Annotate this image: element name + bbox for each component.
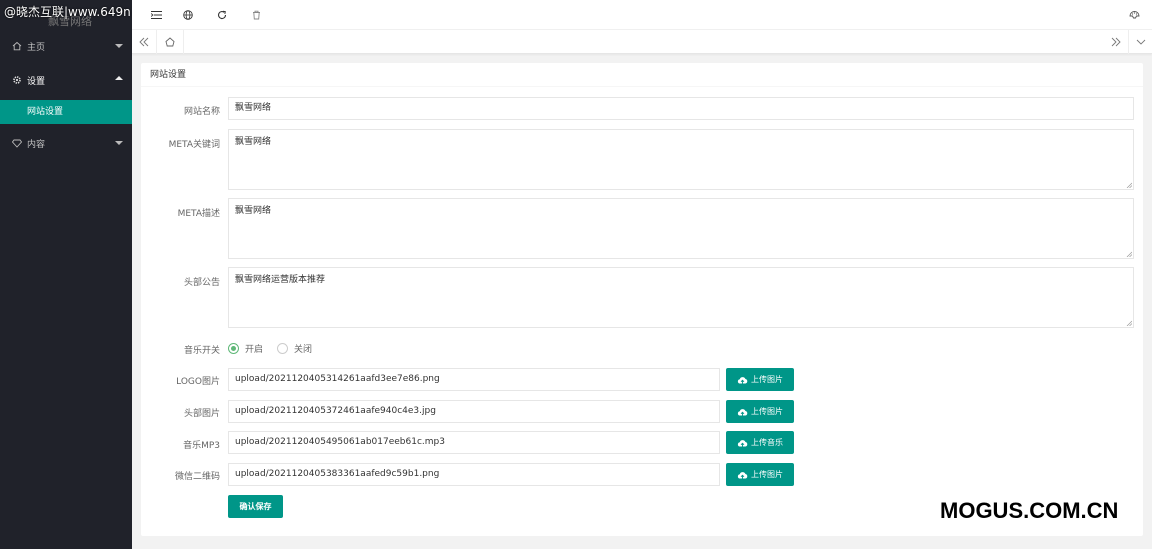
top-header <box>132 0 1152 30</box>
save-button[interactable]: 确认保存 <box>228 495 283 518</box>
meta-desc-label: META描述 <box>177 209 220 219</box>
diamond-icon <box>12 138 22 148</box>
upload-wechat-qr-label: 上传图片 <box>751 470 783 479</box>
site-name-input[interactable]: 飘雪网络 <box>228 97 1134 120</box>
sidebar-item-label: 主页 <box>27 42 46 53</box>
chevron-down-icon <box>115 44 123 48</box>
upload-logo-button[interactable]: 上传图片 <box>726 368 794 391</box>
sidebar-item-site-settings[interactable]: 网站设置 <box>0 100 132 124</box>
upload-music-label: 上传音乐 <box>751 438 783 447</box>
home-tab-icon <box>165 37 175 47</box>
header-image-label: 头部图片 <box>183 409 220 419</box>
music-mp3-label: 音乐MP3 <box>183 441 220 451</box>
sidebar-item-label: 设置 <box>27 76 46 87</box>
site-settings-card: 网站设置 网站名称 飘雪网络 META关键词 飘雪网络 META描述 飘雪网络 … <box>141 63 1143 536</box>
tab-bar <box>132 30 1152 54</box>
tab-home[interactable] <box>156 30 184 54</box>
meta-keywords-value: 飘雪网络 <box>235 137 272 147</box>
upload-wechat-qr-button[interactable]: 上传图片 <box>726 463 794 486</box>
radio-unchecked-icon <box>277 343 288 354</box>
theme-icon[interactable] <box>1128 9 1140 21</box>
cloud-upload-icon <box>737 408 748 416</box>
site-name-label: 网站名称 <box>183 107 220 117</box>
sidebar-item-content[interactable]: 内容 <box>0 127 132 159</box>
meta-keywords-textarea[interactable]: 飘雪网络 <box>228 129 1134 190</box>
upload-header-image-button[interactable]: 上传图片 <box>726 400 794 423</box>
meta-desc-textarea[interactable]: 飘雪网络 <box>228 198 1134 259</box>
sidebar-item-settings[interactable]: 设置 <box>0 64 132 96</box>
logo-image-input[interactable]: upload/2021120405314261aafd3ee7e86.png <box>228 368 720 391</box>
resize-handle-icon[interactable] <box>1126 251 1132 257</box>
globe-icon[interactable] <box>182 9 194 21</box>
upload-music-button[interactable]: 上传音乐 <box>726 431 794 454</box>
gear-icon <box>12 75 22 85</box>
resize-handle-icon[interactable] <box>1126 182 1132 188</box>
wechat-qr-input[interactable]: upload/2021120405383361aafed9c59b1.png <box>228 463 720 486</box>
chevron-up-icon <box>115 76 123 80</box>
trash-icon[interactable] <box>250 9 262 21</box>
cloud-upload-icon <box>737 471 748 479</box>
music-on-radio[interactable]: 开启 <box>228 342 263 355</box>
tab-scroll-right-icon[interactable] <box>1104 30 1128 54</box>
radio-checked-icon <box>228 343 239 354</box>
meta-desc-value: 飘雪网络 <box>235 206 272 216</box>
music-switch-label: 音乐开关 <box>183 346 220 356</box>
resize-handle-icon[interactable] <box>1126 320 1132 326</box>
watermark-bottom-right: MOGUS.COM.CN <box>940 498 1119 523</box>
watermark-top-left: @晓杰互联|www.649n <box>4 5 131 19</box>
header-notice-label: 头部公告 <box>183 278 220 288</box>
header-image-input[interactable]: upload/2021120405372461aafe940c4e3.jpg <box>228 400 720 423</box>
tab-menu-chevron-down-icon[interactable] <box>1128 30 1152 54</box>
sidebar-item-label: 内容 <box>27 139 46 150</box>
menu-toggle-icon[interactable] <box>150 9 162 21</box>
meta-keywords-label: META关键词 <box>168 140 220 150</box>
refresh-icon[interactable] <box>216 9 228 21</box>
upload-logo-label: 上传图片 <box>751 375 783 384</box>
upload-header-image-label: 上传图片 <box>751 407 783 416</box>
logo-image-label: LOGO图片 <box>176 377 220 387</box>
sidebar: 飘雪网络 主页 设置 网站设置 内容 <box>0 0 132 549</box>
music-mp3-input[interactable]: upload/2021120405495061ab017eeb61c.mp3 <box>228 431 720 454</box>
sidebar-item-home[interactable]: 主页 <box>0 30 132 62</box>
music-off-radio[interactable]: 关闭 <box>277 342 312 355</box>
card-title: 网站设置 <box>141 63 1143 87</box>
tab-scroll-left-icon[interactable] <box>132 30 156 54</box>
header-notice-textarea[interactable]: 飘雪网络运营版本推荐 <box>228 267 1134 328</box>
music-off-label: 关闭 <box>294 345 313 355</box>
header-notice-value: 飘雪网络运营版本推荐 <box>235 275 326 285</box>
wechat-qr-label: 微信二维码 <box>174 472 220 482</box>
cloud-upload-icon <box>737 439 748 447</box>
chevron-down-icon <box>115 141 123 145</box>
cloud-upload-icon <box>737 376 748 384</box>
music-on-label: 开启 <box>245 345 264 355</box>
home-icon <box>12 41 22 51</box>
